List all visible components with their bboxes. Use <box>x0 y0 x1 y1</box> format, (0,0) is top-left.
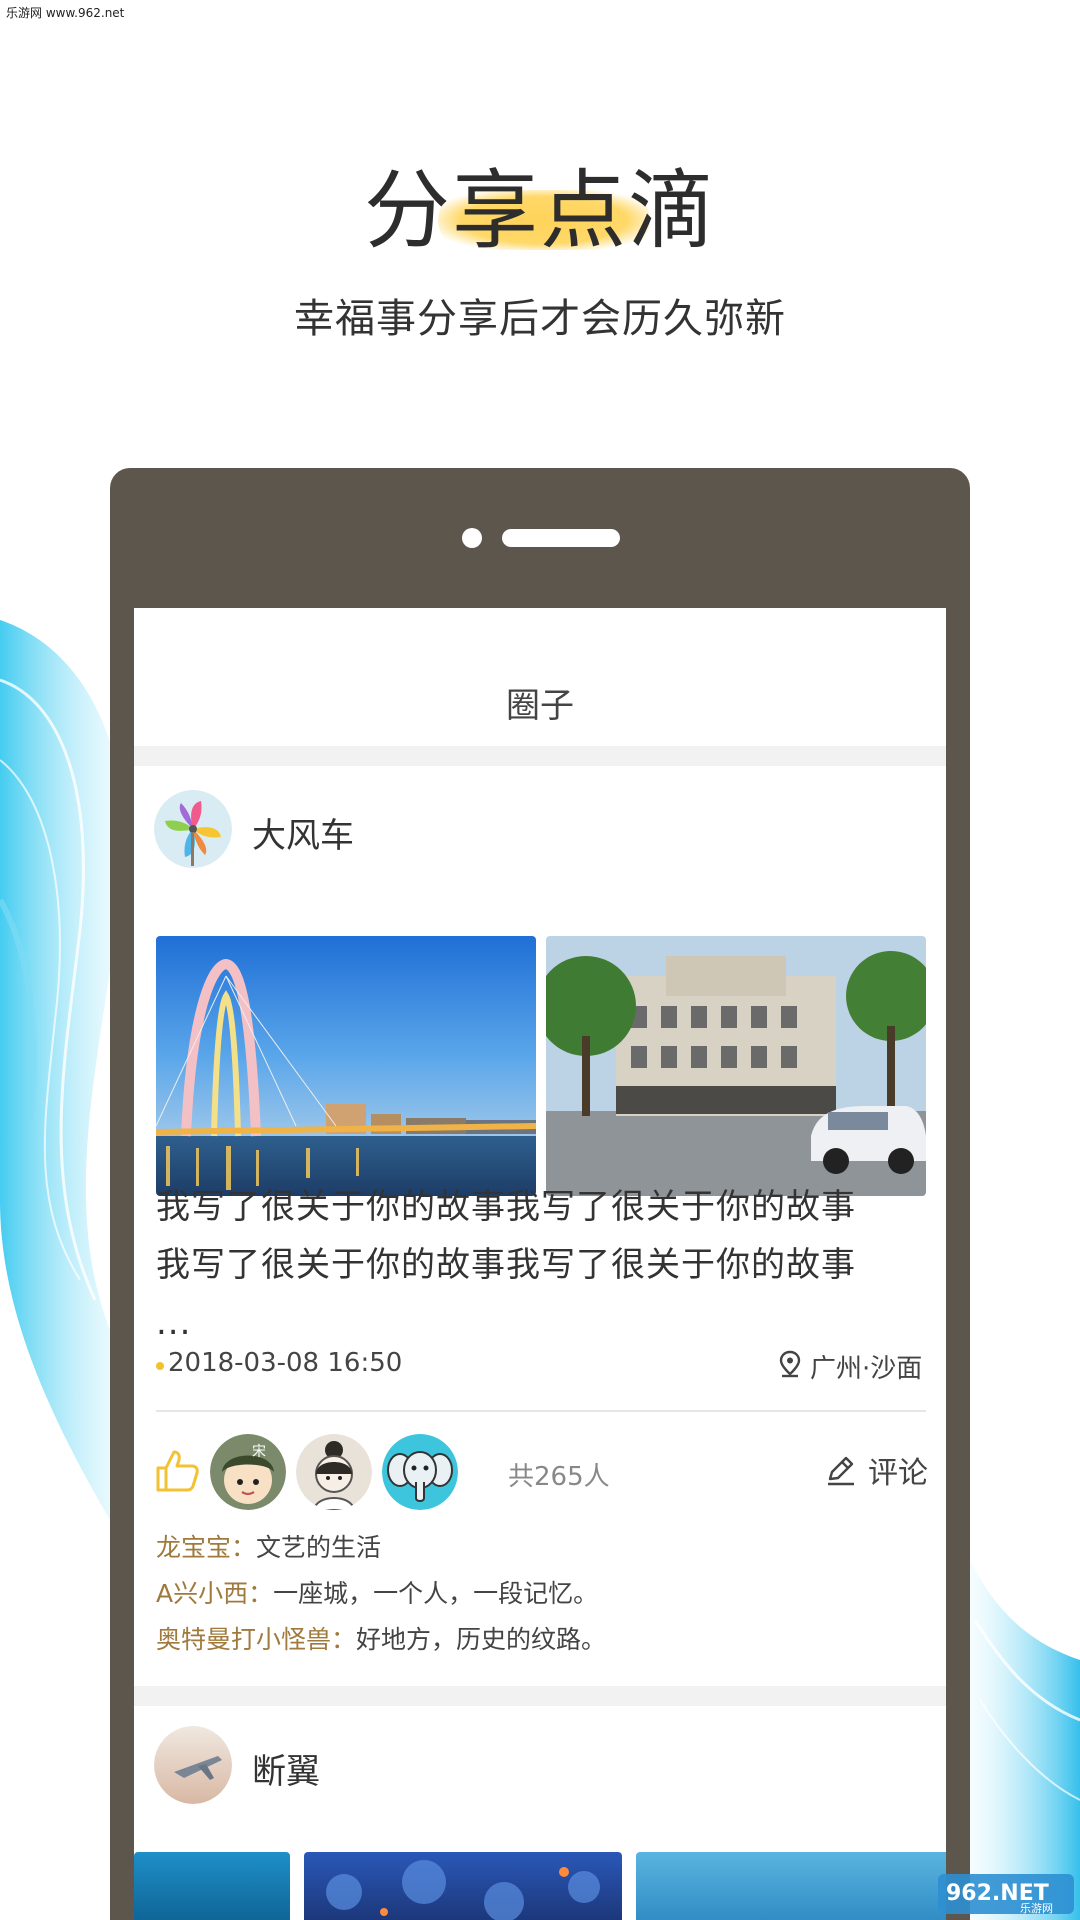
comment-content: 好地方，历史的纹路。 <box>356 1625 607 1654</box>
comment-item: 龙宝宝：文艺的生活 <box>156 1528 381 1564</box>
cartoon-avatar-icon: 宋 <box>210 1434 286 1510</box>
post-photo[interactable] <box>636 1852 946 1920</box>
comment-item: 奥特曼打小怪兽：好地方，历史的纹路。 <box>156 1620 606 1656</box>
airplane-sky-icon <box>154 1726 232 1804</box>
liker-avatar[interactable]: 宋 <box>210 1434 286 1510</box>
thumbs-up-icon[interactable] <box>152 1446 202 1496</box>
pencil-icon <box>828 1456 854 1486</box>
elephant-icon <box>382 1434 458 1510</box>
user-avatar[interactable] <box>154 790 232 868</box>
comment-author[interactable]: A兴小西： <box>156 1579 273 1608</box>
post-card: 大风车 我写了很关于你的故事我写了很关于你的故事 我写了很关于你的故事我写了很关… <box>134 766 946 1686</box>
comment-author[interactable]: 龙宝宝： <box>156 1533 256 1562</box>
comment-content: 文艺的生活 <box>256 1533 382 1562</box>
pinwheel-icon <box>154 790 232 868</box>
comment-content: 一座城，一个人，一段记忆。 <box>273 1579 599 1608</box>
divider <box>156 1410 926 1412</box>
comment-label: 评论 <box>868 1456 928 1491</box>
watermark-logo: 962.NET 乐游网 <box>938 1872 1074 1916</box>
post-time: 2018-03-08 16:50 <box>168 1348 403 1378</box>
user-avatar[interactable] <box>154 1726 232 1804</box>
bridge-photo[interactable] <box>156 936 536 1196</box>
nav-bar: 圈子 <box>134 608 946 746</box>
comment-author[interactable]: 奥特曼打小怪兽： <box>156 1625 356 1654</box>
like-count[interactable]: 共265人 <box>508 1456 610 1493</box>
post-photo[interactable] <box>304 1852 622 1920</box>
post-text-line: ... <box>156 1303 192 1343</box>
comment-button[interactable]: 评论 <box>824 1450 928 1491</box>
watermark-logo-sub: 乐游网 <box>1020 1902 1053 1915</box>
hero-title: 分享点滴 <box>364 161 716 261</box>
speaker-slot <box>502 529 620 547</box>
post-photo[interactable] <box>134 1852 290 1920</box>
post-text: 我写了很关于你的故事我写了很关于你的故事 我写了很关于你的故事我写了很关于你的故… <box>156 1178 926 1352</box>
time-dot <box>156 1362 164 1370</box>
liker-avatar[interactable] <box>296 1434 372 1510</box>
username[interactable]: 断翼 <box>252 1744 320 1793</box>
comment-item: A兴小西：一座城，一个人，一段记忆。 <box>156 1574 598 1610</box>
post-text-line: 我写了很关于你的故事我写了很关于你的故事 <box>156 1187 856 1227</box>
camera-dot <box>462 528 482 548</box>
sketch-avatar-icon <box>296 1434 372 1510</box>
post-text-line: 我写了很关于你的故事我写了很关于你的故事 <box>156 1245 856 1285</box>
username[interactable]: 大风车 <box>252 808 354 857</box>
street-photo[interactable] <box>546 936 926 1196</box>
nav-title: 圈子 <box>506 686 574 726</box>
liker-avatar[interactable] <box>382 1434 458 1510</box>
hero-subtitle: 幸福事分享后才会历久弥新 <box>294 296 786 342</box>
svg-text:宋: 宋 <box>252 1444 266 1460</box>
location-pin-icon <box>779 1350 801 1378</box>
app-screen: 圈子 大风车 我写了很关于你的故事我写了很关于你的故事 我写了很关于你的故事我写… <box>134 608 946 1920</box>
post-location[interactable]: 广州·沙面 <box>810 1348 922 1385</box>
